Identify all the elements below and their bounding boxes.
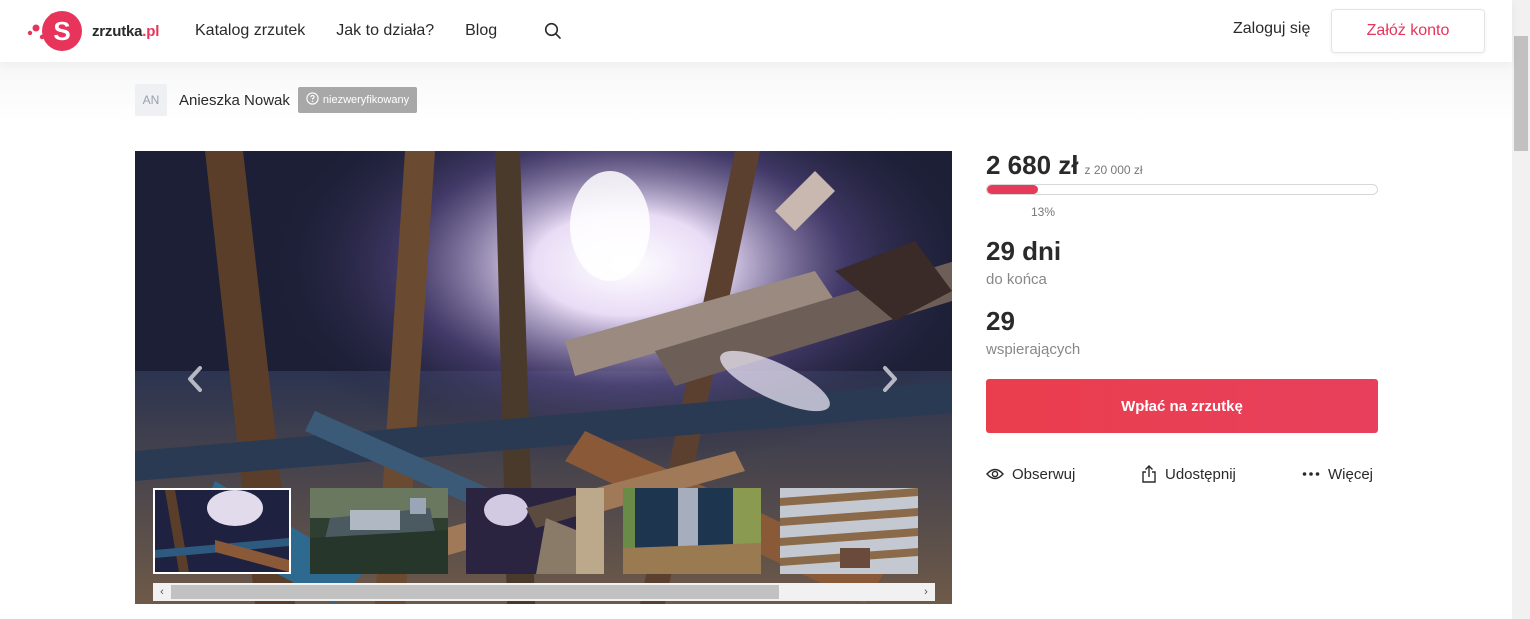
logo-pig-icon: S	[26, 9, 86, 53]
share-icon	[1142, 465, 1156, 483]
site-header: S zrzutka.pl Katalog zrzutek Jak to dzia…	[0, 0, 1512, 62]
days-left-label: do końca	[986, 271, 1047, 288]
supporters-value: 29	[986, 306, 1015, 336]
scroll-left-icon[interactable]: ‹	[153, 583, 171, 601]
register-button[interactable]: Załóż konto	[1331, 9, 1485, 53]
gallery-thumbnail[interactable]	[466, 488, 604, 574]
progress-bar	[986, 184, 1378, 195]
page-scrollbar-thumb[interactable]	[1514, 36, 1528, 151]
login-link[interactable]: Zaloguj się	[1233, 20, 1310, 38]
raised-amount: 2 680 zł	[986, 150, 1079, 180]
main-nav: Katalog zrzutek Jak to działa? Blog	[195, 0, 497, 62]
chevron-right-icon	[883, 366, 897, 392]
search-icon[interactable]	[544, 22, 562, 40]
gallery-thumbnail[interactable]	[780, 488, 918, 574]
thumbnail-scrollbar[interactable]: ‹ ›	[153, 583, 935, 601]
logo[interactable]: S zrzutka.pl	[26, 9, 159, 53]
eye-icon	[986, 468, 1004, 480]
share-button[interactable]: Udostępnij	[1141, 462, 1236, 486]
chevron-left-icon	[188, 366, 202, 392]
supporters-label: wspierających	[986, 341, 1081, 358]
donate-button[interactable]: Wpłać na zrzutkę	[986, 379, 1378, 433]
share-label: Udostępnij	[1165, 465, 1236, 483]
goal-amount: z 20 000 zł	[1084, 163, 1143, 177]
gallery-thumbnail[interactable]	[153, 488, 291, 574]
gallery-next-button[interactable]	[878, 362, 902, 396]
more-label: Więcej	[1328, 465, 1374, 483]
more-dots-icon	[1302, 472, 1320, 476]
page-scrollbar[interactable]	[1512, 0, 1530, 619]
more-button[interactable]: Więcej	[1302, 462, 1373, 486]
progress-percent: 13%	[1031, 205, 1056, 219]
question-circle-icon	[306, 92, 319, 108]
author-row: AN Anieszka Nowak niezweryfikowany	[135, 84, 418, 116]
gallery-thumbnail[interactable]	[310, 488, 448, 574]
watch-label: Obserwuj	[1012, 465, 1076, 483]
verification-badge[interactable]: niezweryfikowany	[297, 87, 418, 113]
scroll-right-icon[interactable]: ›	[917, 583, 935, 601]
avatar[interactable]: AN	[135, 84, 167, 116]
badge-label: niezweryfikowany	[322, 94, 410, 106]
watch-button[interactable]: Obserwuj	[986, 462, 1075, 486]
gallery-thumbnail[interactable]	[623, 488, 761, 574]
scrollbar-thumb[interactable]	[171, 585, 779, 599]
svg-text:S: S	[53, 16, 70, 46]
nav-item-blog[interactable]: Blog	[465, 22, 497, 40]
nav-item-catalog[interactable]: Katalog zrzutek	[195, 22, 305, 40]
days-left-value: 29 dni	[986, 236, 1062, 266]
amount-row: 2 680 zł z 20 000 zł	[986, 150, 1143, 181]
logo-text: zrzutka.pl	[92, 22, 160, 40]
progress-fill	[987, 185, 1038, 194]
gallery-prev-button[interactable]	[183, 362, 207, 396]
nav-item-how-it-works[interactable]: Jak to działa?	[336, 22, 434, 40]
author-name[interactable]: Anieszka Nowak	[179, 92, 290, 109]
